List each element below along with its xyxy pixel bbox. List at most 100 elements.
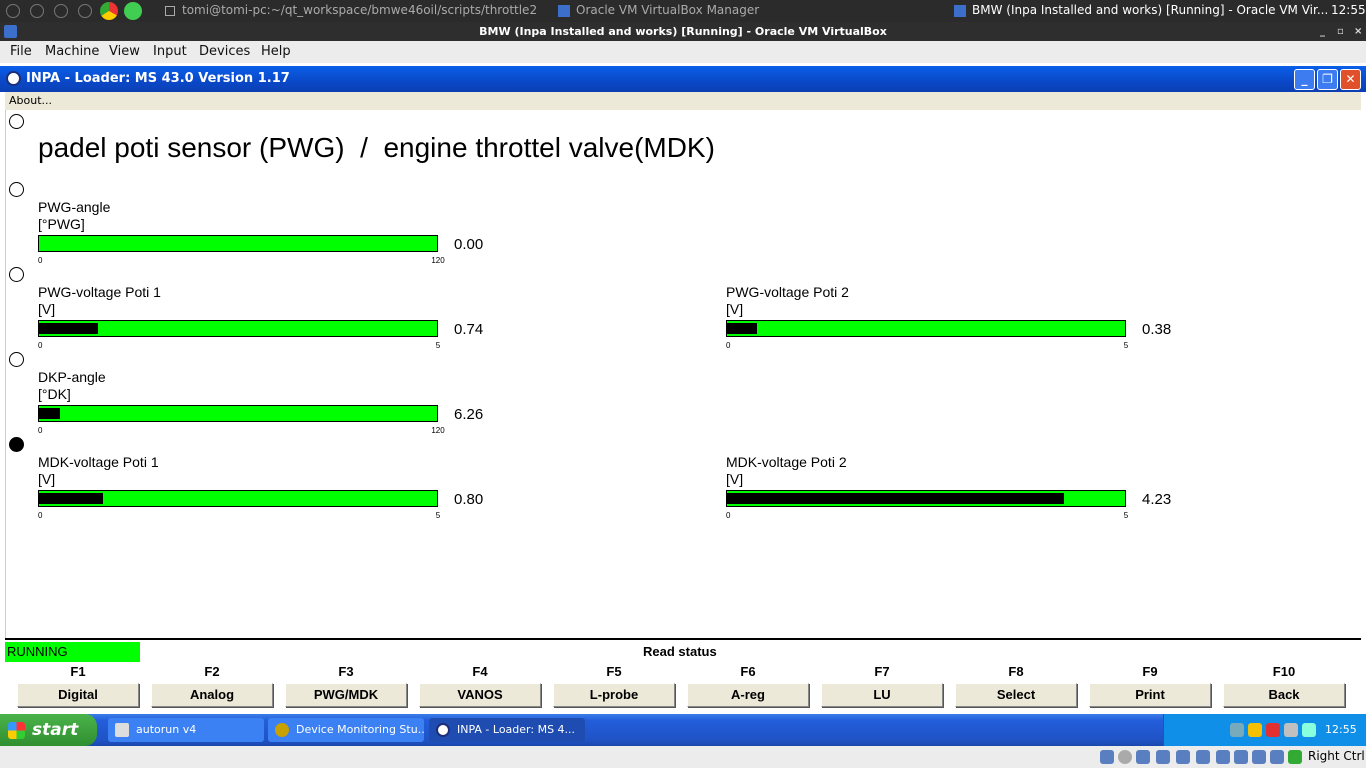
mouse-integration-icon[interactable] xyxy=(1270,750,1284,764)
start-button[interactable]: start xyxy=(0,714,97,746)
bmw-logo-icon xyxy=(436,723,450,737)
analog-button[interactable]: Analog xyxy=(151,683,273,707)
a-reg-button[interactable]: A-reg xyxy=(687,683,809,707)
virtualbox-icon xyxy=(954,5,966,17)
gauge-max: 5 xyxy=(435,511,441,520)
gauge-unit: [V] xyxy=(726,301,744,317)
read-status-label: Read status xyxy=(643,644,717,659)
system-tray: 12:55 xyxy=(1163,714,1366,746)
close-icon[interactable]: × xyxy=(1354,22,1362,41)
chrome-icon[interactable] xyxy=(100,2,118,20)
lu-button[interactable]: LU xyxy=(821,683,943,707)
row-selector-radio[interactable] xyxy=(9,352,24,367)
gauge-label: DKP-angle xyxy=(38,369,106,385)
gauge-label: MDK-voltage Poti 2 xyxy=(726,454,847,470)
taskbar-clock: 12:55 xyxy=(1325,723,1357,736)
gauge-max: 120 xyxy=(431,256,445,265)
close-icon[interactable]: ✕ xyxy=(1340,69,1361,90)
audio-icon[interactable] xyxy=(1136,750,1150,764)
gauge-label: PWG-voltage Poti 2 xyxy=(726,284,849,300)
taskbar-item-inpa[interactable]: INPA - Loader: MS 4... xyxy=(429,718,585,742)
network-icon[interactable] xyxy=(1230,723,1244,737)
security-shield-icon[interactable] xyxy=(1248,723,1262,737)
host-task-vbox-manager[interactable]: Oracle VM VirtualBox Manager xyxy=(576,3,759,17)
gauge-value: 0.74 xyxy=(454,321,484,338)
pwg-mdk-button[interactable]: PWG/MDK xyxy=(285,683,407,707)
fkey-label-f6: F6 xyxy=(740,664,756,679)
minimize-icon[interactable]: _ xyxy=(1294,69,1315,90)
row-selector-radio[interactable] xyxy=(9,267,24,282)
gauge-fill xyxy=(39,323,98,334)
host-circle-icon[interactable] xyxy=(78,4,92,18)
menu-about[interactable]: About... xyxy=(9,94,52,107)
l-probe-button[interactable]: L-probe xyxy=(553,683,675,707)
maximize-icon[interactable]: ▫ xyxy=(1337,22,1344,41)
host-task-vm[interactable]: BMW (Inpa Installed and works) [Running]… xyxy=(972,3,1328,17)
gauge-unit: [V] xyxy=(726,471,744,487)
gauge-bar xyxy=(38,235,438,252)
menu-devices[interactable]: Devices xyxy=(199,44,250,59)
host-circle-icon[interactable] xyxy=(30,4,44,18)
gauge-max: 120 xyxy=(431,426,445,435)
menu-file[interactable]: File xyxy=(10,44,32,59)
taskbar-item-autorun[interactable]: autorun v4 xyxy=(108,718,264,742)
row-selector-radio[interactable] xyxy=(9,114,24,129)
print-button[interactable]: Print xyxy=(1089,683,1211,707)
hard-disk-icon[interactable] xyxy=(1100,750,1114,764)
keyboard-capture-icon[interactable] xyxy=(1288,750,1302,764)
shared-folder-icon[interactable] xyxy=(1196,750,1210,764)
menu-view[interactable]: View xyxy=(109,44,140,59)
gauge-label: PWG-voltage Poti 1 xyxy=(38,284,161,300)
optical-drive-icon[interactable] xyxy=(1118,750,1132,764)
taskbar-item-device-monitoring[interactable]: Device Monitoring Stu... xyxy=(268,718,424,742)
video-capture-icon[interactable] xyxy=(1234,750,1248,764)
virtualbox-icon xyxy=(558,5,570,17)
virtualbox-icon xyxy=(4,25,17,38)
autorun-icon xyxy=(115,723,129,737)
digital-button[interactable]: Digital xyxy=(17,683,139,707)
maximize-icon[interactable]: ❐ xyxy=(1317,69,1338,90)
minimize-icon[interactable]: _ xyxy=(1320,22,1325,41)
host-key-label: Right Ctrl xyxy=(1308,749,1365,763)
vbox-window-title: BMW (Inpa Installed and works) [Running]… xyxy=(479,25,887,38)
gauge-value: 4.23 xyxy=(1142,491,1172,508)
host-task-terminal[interactable]: tomi@tomi-pc:~/qt_workspace/bmwe46oil/sc… xyxy=(182,3,537,17)
host-circle-icon[interactable] xyxy=(6,4,20,18)
running-status-badge: RUNNING xyxy=(5,642,140,662)
select-button[interactable]: Select xyxy=(955,683,1077,707)
menu-input[interactable]: Input xyxy=(153,44,187,59)
display-icon[interactable] xyxy=(1216,750,1230,764)
back-button[interactable]: Back xyxy=(1223,683,1345,707)
gauge-fill xyxy=(39,493,103,504)
gauge-label: PWG-angle xyxy=(38,199,111,215)
inpa-titlebar[interactable]: INPA - Loader: MS 43.0 Version 1.17 _ ❐ … xyxy=(0,66,1366,92)
gauge-fill xyxy=(727,493,1064,504)
vbox-window-titlebar[interactable]: BMW (Inpa Installed and works) [Running]… xyxy=(0,22,1366,41)
gauge-mdk-voltage-1: MDK-voltage Poti 1 [V] 0 5 0.80 xyxy=(38,454,498,524)
gauge-min: 0 xyxy=(38,341,43,350)
function-key-panel: RUNNING Read status F1 F2 F3 F4 F5 F6 F7… xyxy=(5,638,1361,713)
fkey-label-f5: F5 xyxy=(606,664,622,679)
gauge-mdk-voltage-2: MDK-voltage Poti 2 [V] 0 5 4.23 xyxy=(726,454,1186,524)
cpu-icon[interactable] xyxy=(1252,750,1266,764)
row-selector-radio-selected[interactable] xyxy=(9,437,24,452)
gauge-min: 0 xyxy=(38,511,43,520)
antivirus-icon[interactable] xyxy=(1266,723,1280,737)
host-circle-icon[interactable] xyxy=(54,4,68,18)
menu-machine[interactable]: Machine xyxy=(45,44,99,59)
vanos-button[interactable]: VANOS xyxy=(419,683,541,707)
inpa-window-title: INPA - Loader: MS 43.0 Version 1.17 xyxy=(26,71,290,86)
qt-creator-icon[interactable] xyxy=(124,2,142,20)
vbox-menubar: File Machine View Input Devices Help xyxy=(0,41,1366,63)
volume-icon[interactable] xyxy=(1284,723,1298,737)
taskbar-item-label: INPA - Loader: MS 4... xyxy=(457,723,576,736)
menu-help[interactable]: Help xyxy=(261,44,291,59)
network-adapter-icon[interactable] xyxy=(1156,750,1170,764)
usb-device-icon[interactable] xyxy=(1176,750,1190,764)
usb-icon[interactable] xyxy=(1302,723,1316,737)
gauge-unit: [°PWG] xyxy=(38,216,85,232)
fkey-label-f10: F10 xyxy=(1272,664,1296,679)
row-selector-radio[interactable] xyxy=(9,182,24,197)
gauge-min: 0 xyxy=(726,341,731,350)
gauge-min: 0 xyxy=(38,256,43,265)
